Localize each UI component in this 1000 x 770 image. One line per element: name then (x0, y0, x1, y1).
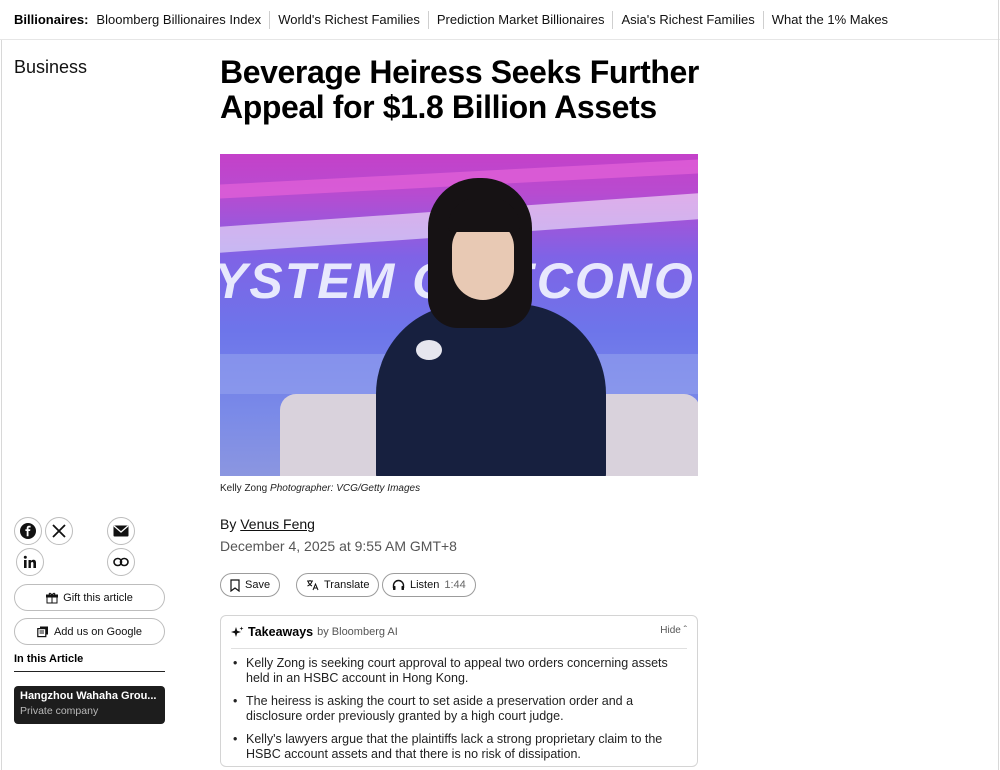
section-label[interactable]: Business (14, 57, 87, 78)
nav-link-billionaires-index[interactable]: Bloomberg Billionaires Index (96, 11, 269, 29)
takeaways-source: by Bloomberg AI (317, 626, 398, 638)
add-google-label: Add us on Google (53, 625, 143, 638)
x-icon (52, 524, 66, 538)
takeaways-title: Takeaways (248, 625, 314, 639)
translate-label: Translate (324, 579, 370, 591)
gift-article-label: Gift this article (63, 591, 133, 604)
person-bangs (448, 198, 520, 232)
hide-label: Hide (660, 625, 681, 636)
nav-link-prediction-market[interactable]: Prediction Market Billionaires (427, 10, 613, 29)
takeaways-panel: Takeaways by Bloomberg AI Hide ˆ Kelly Z… (220, 615, 698, 767)
google-news-icon (37, 626, 48, 637)
x-share-button[interactable] (45, 517, 73, 545)
nav-link-one-percent[interactable]: What the 1% Makes (762, 10, 896, 29)
save-label: Save (245, 579, 271, 591)
copy-link-button[interactable] (107, 548, 135, 576)
linkedin-share-button[interactable] (16, 548, 44, 576)
person-body (376, 304, 606, 476)
gift-article-button[interactable]: Gift this article (14, 584, 165, 611)
author-link[interactable]: Venus Feng (240, 516, 315, 532)
caption-subject: Kelly Zong (220, 483, 268, 494)
list-item: Kelly Zong is seeking court approval to … (233, 656, 689, 686)
nav-label: Billionaires: (14, 12, 89, 27)
list-item: The heiress is asking the court to set a… (233, 694, 689, 724)
list-item: Kelly's lawyers argue that the plaintiff… (233, 732, 689, 762)
link-icon (113, 557, 129, 567)
email-share-button[interactable] (107, 517, 135, 545)
save-button[interactable]: Save (220, 573, 281, 597)
company-card[interactable]: Hangzhou Wahaha Grou... Private company (14, 686, 165, 724)
headphones-icon (392, 579, 405, 590)
nav-link-asia-richest[interactable]: Asia's Richest Families (612, 10, 762, 29)
add-google-button[interactable]: Add us on Google (14, 618, 165, 645)
byline: By Venus Feng (220, 516, 315, 532)
person-face (452, 220, 514, 300)
facebook-share-button[interactable] (14, 517, 42, 545)
email-icon (113, 525, 129, 537)
gift-icon (46, 592, 59, 603)
translate-button[interactable]: Translate (296, 573, 380, 597)
listen-label: Listen (410, 579, 440, 591)
listen-duration: 1:44 (444, 579, 466, 591)
brooch (416, 340, 442, 360)
takeaways-list: Kelly Zong is seeking court approval to … (233, 656, 689, 770)
listen-button[interactable]: Listen 1:44 (382, 573, 476, 597)
linkedin-icon (23, 555, 36, 568)
publish-date: December 4, 2025 at 9:55 AM GMT+8 (220, 538, 457, 554)
caption-credit: Photographer: VCG/Getty Images (270, 483, 421, 494)
chevron-up-icon: ˆ (683, 625, 687, 636)
hide-takeaways-button[interactable]: Hide ˆ (660, 625, 687, 636)
bookmark-icon (230, 578, 240, 592)
hero-image: YSTEM OF ECONO (220, 154, 698, 476)
facebook-icon (20, 523, 36, 539)
in-this-article-heading: In this Article (14, 653, 165, 672)
page-border-right (998, 0, 999, 770)
top-nav: Billionaires: Bloomberg Billionaires Ind… (0, 0, 1000, 40)
divider (231, 648, 687, 649)
takeaways-header: Takeaways by Bloomberg AI (231, 625, 398, 639)
headline: Beverage Heiress Seeks Further Appeal fo… (220, 54, 699, 125)
image-caption: Kelly Zong Photographer: VCG/Getty Image… (220, 483, 420, 494)
byline-prefix: By (220, 516, 237, 532)
translate-icon (307, 580, 319, 591)
company-name: Hangzhou Wahaha Grou... (20, 690, 157, 702)
nav-link-richest-families[interactable]: World's Richest Families (269, 10, 428, 29)
sparkle-icon (231, 626, 244, 637)
company-type: Private company (20, 705, 99, 717)
page-border-left (1, 40, 2, 770)
